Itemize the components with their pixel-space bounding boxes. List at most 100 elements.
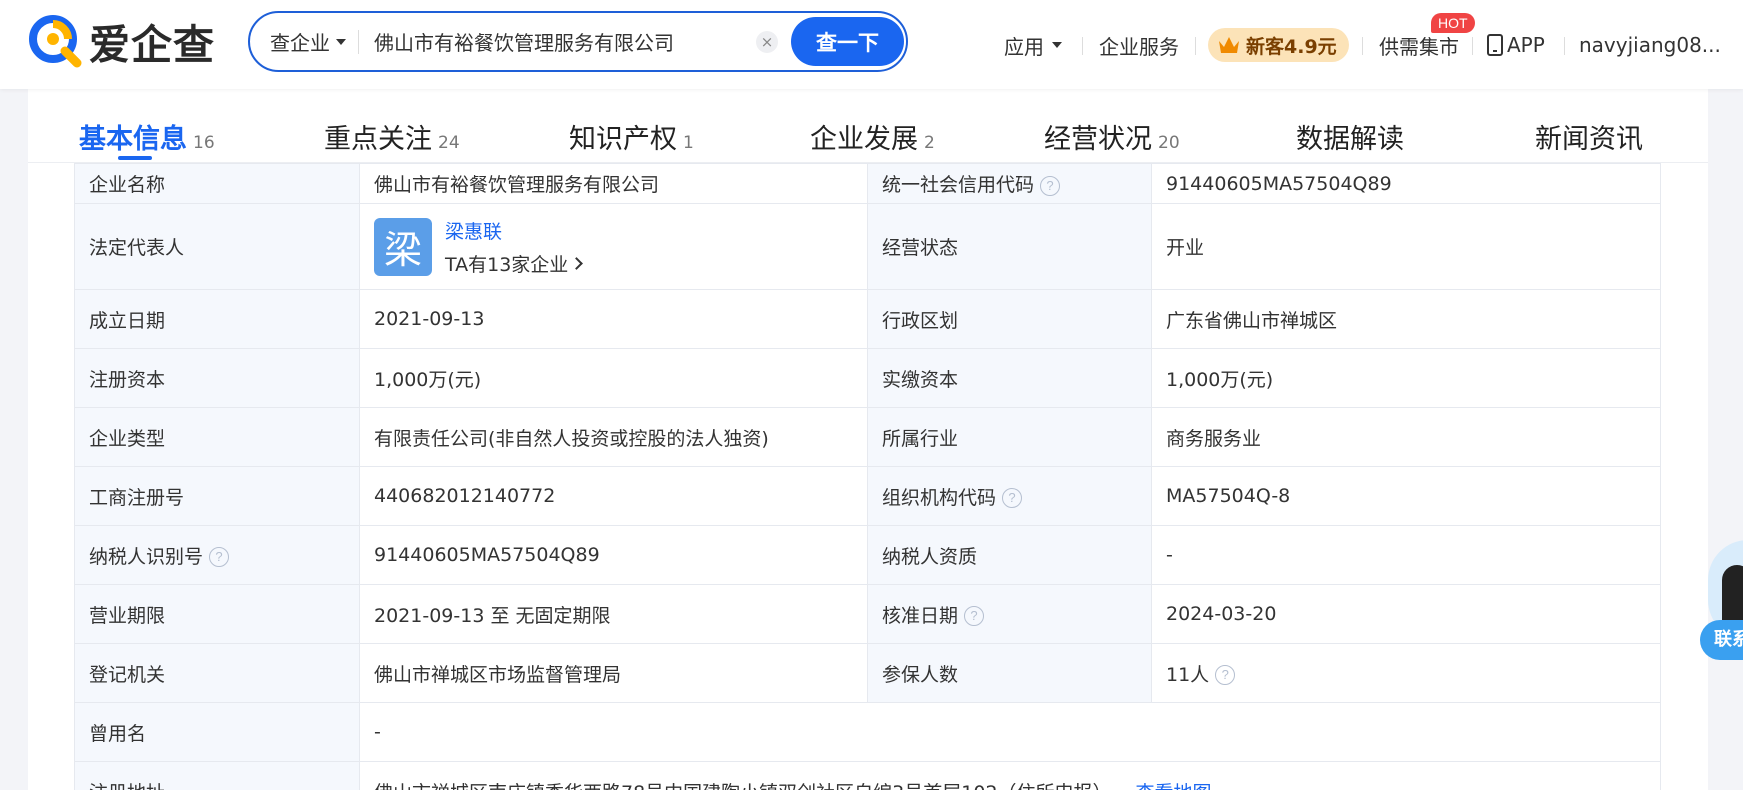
tab-basic-info[interactable]: 基本信息 16 bbox=[79, 117, 215, 156]
tab-label: 数据解读 bbox=[1296, 124, 1404, 155]
field-value: 2021-09-13 bbox=[359, 289, 868, 349]
basic-info-table: 企业名称 佛山市有裕餐饮管理服务有限公司 统一社会信用代码? 91440605M… bbox=[74, 163, 1661, 790]
hot-badge: HOT bbox=[1431, 13, 1475, 33]
field-value: - bbox=[1151, 525, 1661, 585]
contact-widget[interactable]: 联系 bbox=[1700, 530, 1743, 690]
clear-icon[interactable]: × bbox=[756, 31, 778, 53]
legal-rep: 梁 梁惠联 TA有13家企业 bbox=[374, 217, 853, 277]
active-tab-indicator bbox=[118, 156, 152, 160]
field-label: 纳税人识别号? bbox=[74, 525, 360, 585]
tab-data-insights[interactable]: 数据解读 bbox=[1296, 117, 1404, 156]
tab-count: 20 bbox=[1158, 133, 1180, 153]
chevron-down-icon bbox=[336, 38, 346, 45]
nav-divider bbox=[1472, 37, 1473, 55]
agent-avatar-icon bbox=[1722, 565, 1743, 625]
field-label: 经营状态 bbox=[867, 203, 1152, 290]
field-value: 梁 梁惠联 TA有13家企业 bbox=[359, 203, 868, 290]
field-value: 开业 bbox=[1151, 203, 1661, 290]
vip-promo[interactable]: 新客4.9元 bbox=[1208, 27, 1349, 63]
search-type-label: 查企业 bbox=[270, 31, 330, 55]
insured-count: 11人 bbox=[1166, 663, 1210, 686]
address-text: 佛山市禅城区南庄镇季华西路78号中国建陶小镇双创社区自编3号首层102（住所申报… bbox=[374, 782, 1112, 790]
table-row: 纳税人识别号? 91440605MA57504Q89 纳税人资质 - bbox=[74, 525, 1661, 585]
nav-app[interactable]: APP bbox=[1487, 27, 1545, 63]
user-menu[interactable]: navyjiang08... bbox=[1579, 27, 1721, 63]
nav-apps-label: 应用 bbox=[1004, 34, 1044, 59]
tab-news[interactable]: 新闻资讯 bbox=[1535, 117, 1643, 156]
search-button[interactable]: 查一下 bbox=[791, 17, 904, 66]
help-icon[interactable]: ? bbox=[1002, 488, 1023, 508]
help-icon[interactable]: ? bbox=[209, 547, 230, 567]
help-icon[interactable]: ? bbox=[964, 606, 985, 626]
contact-button[interactable]: 联系 bbox=[1700, 620, 1743, 660]
field-label: 法定代表人 bbox=[74, 203, 360, 290]
related-companies-link[interactable]: TA有13家企业 bbox=[445, 250, 584, 277]
field-label: 注册资本 bbox=[74, 348, 360, 408]
top-header: 爱企查 查企业 × 查一下 应用 企业服务 新客4.9元 供需集市 HOT AP… bbox=[0, 0, 1743, 89]
field-label: 成立日期 bbox=[74, 289, 360, 349]
nav-divider bbox=[1362, 37, 1363, 55]
search-divider bbox=[358, 30, 359, 54]
search-type-select[interactable]: 查企业 bbox=[270, 13, 346, 70]
nav-enterprise-service[interactable]: 企业服务 bbox=[1099, 27, 1179, 63]
field-value: 91440605MA57504Q89 bbox=[1151, 163, 1661, 204]
nav-divider bbox=[1195, 37, 1196, 55]
field-value: 440682012140772 bbox=[359, 466, 868, 526]
legal-rep-name-link[interactable]: 梁惠联 bbox=[445, 217, 581, 244]
field-label: 企业类型 bbox=[74, 407, 360, 467]
help-icon[interactable]: ? bbox=[1215, 665, 1236, 685]
nav-divider bbox=[1082, 37, 1083, 55]
field-label: 行政区划 bbox=[867, 289, 1152, 349]
label-text: 核准日期 bbox=[882, 604, 959, 627]
tab-intellectual-property[interactable]: 知识产权 1 bbox=[569, 117, 694, 156]
tab-count: 2 bbox=[924, 133, 935, 153]
field-value: 11人? bbox=[1151, 643, 1661, 703]
table-row: 注册资本 1,000万(元) 实缴资本 1,000万(元) bbox=[74, 348, 1661, 408]
nav-apps[interactable]: 应用 bbox=[1004, 27, 1062, 63]
vip-label: 新客4.9元 bbox=[1246, 35, 1337, 58]
table-row: 企业名称 佛山市有裕餐饮管理服务有限公司 统一社会信用代码? 91440605M… bbox=[74, 163, 1661, 204]
view-map-link[interactable]: 查看地图 bbox=[1136, 782, 1212, 790]
field-label: 登记机关 bbox=[74, 643, 360, 703]
table-row: 注册地址 佛山市禅城区南庄镇季华西路78号中国建陶小镇双创社区自编3号首层102… bbox=[74, 761, 1661, 790]
legal-rep-info: 梁惠联 TA有13家企业 bbox=[445, 217, 584, 277]
field-label: 工商注册号 bbox=[74, 466, 360, 526]
field-label: 参保人数 bbox=[867, 643, 1152, 703]
field-value: - bbox=[359, 702, 1661, 762]
nav-enterprise-service-label: 企业服务 bbox=[1099, 34, 1179, 59]
field-label: 企业名称 bbox=[74, 163, 360, 204]
table-row: 登记机关 佛山市禅城区市场监督管理局 参保人数 11人? bbox=[74, 643, 1661, 703]
nav-app-label: APP bbox=[1507, 33, 1545, 57]
help-icon[interactable]: ? bbox=[1040, 175, 1061, 196]
tab-label: 经营状况 bbox=[1044, 124, 1152, 155]
tab-label: 新闻资讯 bbox=[1535, 124, 1643, 155]
table-row: 营业期限 2021-09-13 至 无固定期限 核准日期? 2024-03-20 bbox=[74, 584, 1661, 644]
field-label: 核准日期? bbox=[867, 584, 1152, 644]
tab-label: 企业发展 bbox=[810, 124, 918, 155]
label-text: 组织机构代码 bbox=[882, 486, 997, 509]
field-value: 2021-09-13 至 无固定期限 bbox=[359, 584, 868, 644]
site-logo[interactable]: 爱企查 bbox=[27, 11, 215, 71]
crown-icon bbox=[1219, 37, 1239, 53]
table-row: 法定代表人 梁 梁惠联 TA有13家企业 经营状态 开业 bbox=[74, 203, 1661, 290]
field-value: 有限责任公司(非自然人投资或控股的法人独资) bbox=[359, 407, 868, 467]
field-value: 广东省佛山市禅城区 bbox=[1151, 289, 1661, 349]
table-row: 企业类型 有限责任公司(非自然人投资或控股的法人独资) 所属行业 商务服务业 bbox=[74, 407, 1661, 467]
tab-operations[interactable]: 经营状况 20 bbox=[1044, 117, 1180, 156]
tab-label: 基本信息 bbox=[79, 124, 187, 155]
field-value: 佛山市有裕餐饮管理服务有限公司 bbox=[359, 163, 868, 204]
search-box: 查企业 × 查一下 bbox=[248, 11, 908, 72]
tab-label: 重点关注 bbox=[324, 124, 432, 155]
avatar: 梁 bbox=[374, 217, 432, 276]
tab-key-concerns[interactable]: 重点关注 24 bbox=[324, 117, 460, 156]
field-value: 佛山市禅城区南庄镇季华西路78号中国建陶小镇双创社区自编3号首层102（住所申报… bbox=[359, 761, 1661, 790]
field-value: 佛山市禅城区市场监督管理局 bbox=[359, 643, 868, 703]
tab-count: 24 bbox=[438, 133, 460, 153]
tab-count: 1 bbox=[683, 133, 694, 153]
chevron-down-icon bbox=[1052, 42, 1062, 48]
field-label: 所属行业 bbox=[867, 407, 1152, 467]
field-value: 商务服务业 bbox=[1151, 407, 1661, 467]
tab-development[interactable]: 企业发展 2 bbox=[810, 117, 935, 156]
label-text: 纳税人识别号 bbox=[89, 545, 204, 568]
search-input[interactable] bbox=[374, 23, 744, 60]
